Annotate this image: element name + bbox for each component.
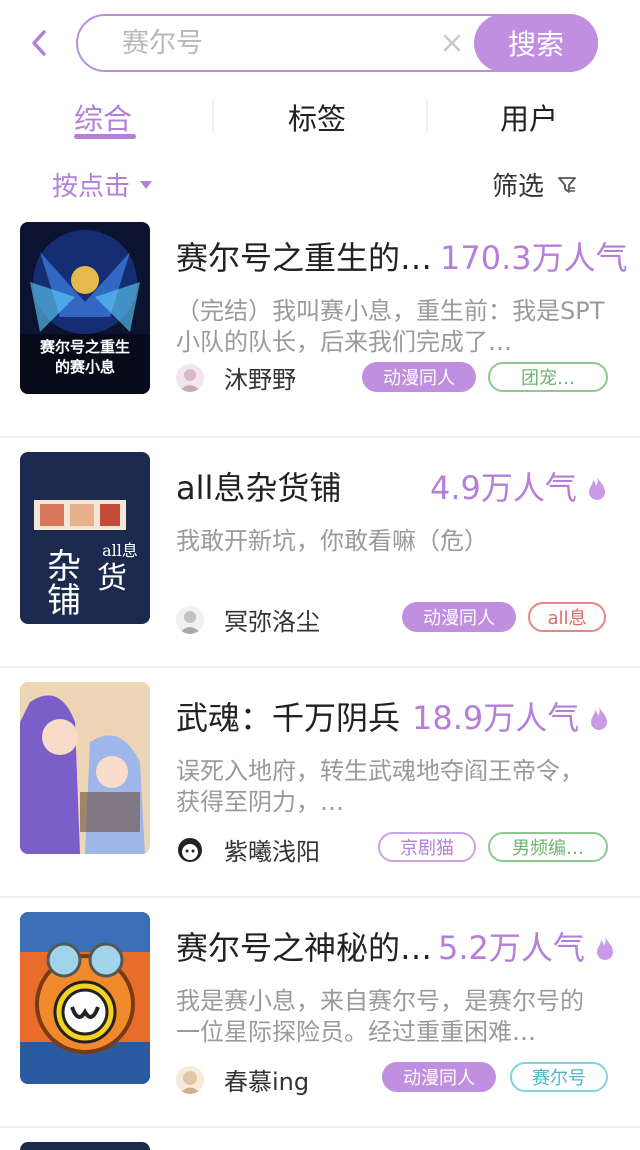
cover-title: 赛尔号之重生 bbox=[39, 338, 130, 356]
filter-button[interactable]: 筛选 bbox=[492, 166, 576, 203]
search-button[interactable]: 搜索 bbox=[474, 14, 598, 72]
popularity: 4.9万人气 bbox=[430, 468, 607, 508]
book-title[interactable]: 赛尔号之重生的… bbox=[176, 238, 432, 278]
tag-badge[interactable]: 动漫同人 bbox=[382, 1062, 496, 1092]
tab-divider bbox=[426, 98, 428, 134]
book-desc: 我是赛小息，来自赛尔号，是赛尔号的一位星际探险员。经过重重困难… bbox=[176, 987, 584, 1046]
avatar bbox=[176, 605, 204, 634]
popularity-value: 4.9万人气 bbox=[430, 469, 577, 507]
popularity: 18.9万人气 bbox=[412, 698, 609, 738]
active-tab-indicator bbox=[74, 134, 136, 139]
author[interactable]: 紫曦浅阳 bbox=[176, 832, 320, 867]
list-item[interactable]: 杂 货 铺 all息 all息杂货铺 4.9万人气 我敢开新坑，你敢看嘛（危） … bbox=[0, 438, 640, 668]
filter-label: 筛选 bbox=[492, 172, 545, 202]
book-cover bbox=[20, 682, 150, 854]
tag-badge[interactable]: 动漫同人 bbox=[402, 602, 516, 632]
back-icon[interactable] bbox=[26, 26, 54, 60]
sort-dropdown[interactable]: 按点击 bbox=[52, 166, 153, 203]
author[interactable]: 冥弥洛尘 bbox=[176, 602, 320, 637]
author[interactable]: 春慕ing bbox=[176, 1062, 309, 1097]
popularity-value: 170.3万人气 bbox=[440, 239, 628, 277]
book-title[interactable]: 武魂：千万阴兵 bbox=[176, 698, 400, 738]
tag-badge[interactable]: 赛尔号 bbox=[510, 1062, 608, 1092]
list-item[interactable]: 武魂：千万阴兵 18.9万人气 误死入地府，转生武魂地夺阎王帝令，获得至阴力，…… bbox=[0, 668, 640, 898]
top-bar: 赛尔号 搜索 bbox=[0, 0, 640, 88]
tag-badge[interactable]: 团宠… bbox=[488, 362, 608, 392]
flame-icon bbox=[596, 936, 613, 960]
book-desc: 我敢开新坑，你敢看嘛（危） bbox=[176, 527, 488, 555]
cover-title: 货 bbox=[97, 561, 127, 596]
popularity-value: 5.2万人气 bbox=[438, 929, 585, 967]
tab-bar: 综合 标签 用户 bbox=[0, 90, 640, 142]
author-name: 沐野野 bbox=[224, 366, 296, 394]
tab-tags[interactable]: 标签 bbox=[288, 96, 346, 138]
search-input[interactable]: 赛尔号 搜索 bbox=[76, 14, 598, 72]
author-name: 冥弥洛尘 bbox=[224, 608, 320, 636]
list-item[interactable]: 赛尔号之神秘的… 5.2万人气 我是赛小息，来自赛尔号，是赛尔号的一位星际探险员… bbox=[0, 898, 640, 1128]
popularity: 170.3万人气 bbox=[440, 238, 628, 278]
clear-icon[interactable] bbox=[440, 30, 464, 56]
author[interactable]: 沐野野 bbox=[176, 360, 296, 395]
sort-filter-row: 按点击 筛选 bbox=[0, 162, 640, 208]
book-cover bbox=[20, 912, 150, 1084]
search-query: 赛尔号 bbox=[122, 28, 203, 59]
tag-badge[interactable]: all息 bbox=[528, 602, 606, 632]
filter-icon bbox=[558, 176, 576, 193]
cover-title: all息 bbox=[102, 541, 138, 560]
cover-title: 铺 bbox=[47, 581, 81, 621]
flame-icon bbox=[591, 706, 608, 730]
book-desc: （完结）我叫赛小息，重生前：我是SPT小队的队长，后来我们完成了… bbox=[176, 297, 605, 356]
popularity: 5.2万人气 bbox=[438, 928, 615, 968]
tag-badge[interactable]: 京剧猫 bbox=[378, 832, 476, 862]
author-name: 春慕ing bbox=[224, 1068, 310, 1096]
book-cover: 赛尔号之重生 的赛小息 bbox=[20, 222, 150, 394]
tab-users[interactable]: 用户 bbox=[500, 96, 558, 138]
tab-divider bbox=[212, 98, 214, 134]
flame-icon bbox=[588, 476, 605, 500]
book-title[interactable]: all息杂货铺 bbox=[176, 468, 341, 508]
tab-all[interactable]: 综合 bbox=[74, 96, 132, 138]
book-desc: 误死入地府，转生武魂地夺阎王帝令，获得至阴力，… bbox=[176, 757, 584, 816]
avatar bbox=[176, 1065, 204, 1094]
list-item[interactable]: 赛尔号之重生 的赛小息 赛尔号之重生的… 170.3万人气 （完结）我叫赛小息，… bbox=[0, 208, 640, 438]
list-item-partial bbox=[20, 1142, 150, 1150]
cover-title: 的赛小息 bbox=[55, 358, 115, 376]
avatar bbox=[176, 835, 204, 864]
tag-badge[interactable]: 动漫同人 bbox=[362, 362, 476, 392]
popularity-value: 18.9万人气 bbox=[412, 699, 580, 737]
tag-badge[interactable]: 男频编… bbox=[488, 832, 608, 862]
avatar bbox=[176, 363, 204, 392]
caret-down-icon bbox=[140, 180, 153, 189]
book-title[interactable]: 赛尔号之神秘的… bbox=[176, 928, 432, 968]
book-cover: 杂 货 铺 all息 bbox=[20, 452, 150, 624]
sort-label: 按点击 bbox=[52, 172, 131, 202]
author-name: 紫曦浅阳 bbox=[224, 838, 320, 866]
